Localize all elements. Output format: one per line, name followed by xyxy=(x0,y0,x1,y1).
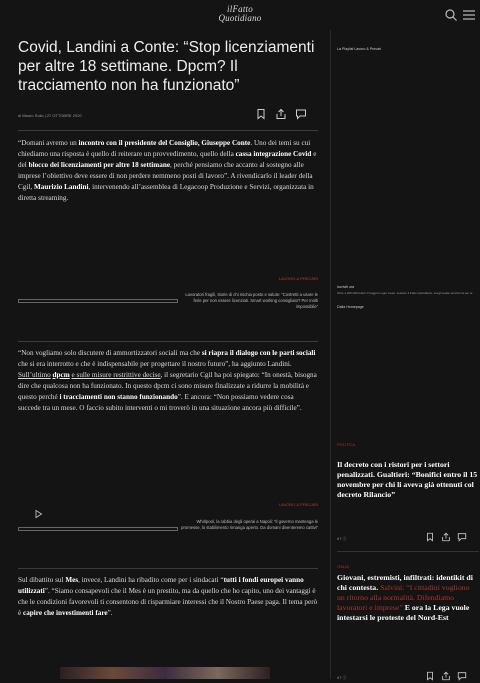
paragraph-run[interactable]: dpcm xyxy=(53,371,70,379)
rail-label: Iscriviti ora xyxy=(337,285,355,289)
video-thumbnail[interactable] xyxy=(60,667,270,679)
divider xyxy=(337,551,479,552)
article-column: Covid, Landini a Conte: “Stop licenziame… xyxy=(0,30,328,679)
related-label: LAVORO & PRECARI xyxy=(278,502,318,507)
article-paragraph-1: “Domani avremo un incontro con il presid… xyxy=(18,138,318,204)
search-icon[interactable] xyxy=(444,8,458,22)
homepage-label: Dalla Homepage xyxy=(337,305,364,309)
story-headline-1[interactable]: Il decreto con i ristori per i settori p… xyxy=(337,460,479,500)
article-actions xyxy=(255,108,315,122)
story-tag: POLITICA xyxy=(337,442,356,447)
paragraph-run: blocco dei licenziamenti per altre 18 se… xyxy=(28,161,171,169)
bookmark-icon[interactable] xyxy=(425,671,435,681)
share-icon[interactable] xyxy=(441,671,451,681)
share-icon[interactable] xyxy=(441,532,451,542)
paragraph-run: si riapra il dialogo con le parti social… xyxy=(201,349,316,357)
divider xyxy=(18,130,318,131)
logo-line2: Quotidiano xyxy=(218,13,262,23)
rail-note: Oltre 1.200.000 lettori ci leggono ogni … xyxy=(337,291,473,295)
divider xyxy=(18,341,318,342)
story-actions xyxy=(425,532,475,544)
paragraph-run: i tracciamenti non stanno funzionando xyxy=(59,393,178,401)
related-media-bar xyxy=(18,527,178,531)
paragraph-run: Mes xyxy=(65,576,79,584)
story-headline-2[interactable]: Giovani, estremisti, infiltrati: identik… xyxy=(337,573,479,623)
article-paragraph-2: “Non vogliamo solo discutere di ammortiz… xyxy=(18,348,318,414)
paragraph-run[interactable]: Sull’ultimo xyxy=(18,371,51,379)
paragraph-run: Sul dibattito sul xyxy=(18,576,66,584)
paragraph-run: capire che investimenti fare xyxy=(23,609,108,617)
related-link-2[interactable]: Whirlpool, la rabbia degli operai a Napo… xyxy=(178,519,318,531)
paragraph-run: , invece, Landini ha ribadito come per i… xyxy=(78,576,224,584)
share-icon[interactable] xyxy=(275,108,287,120)
paragraph-run: che si era interrotto e che è indispensa… xyxy=(18,360,292,368)
bookmark-icon[interactable] xyxy=(255,108,267,120)
play-icon[interactable] xyxy=(32,508,44,520)
paragraph-run[interactable]: e sulle misure restrittive decise xyxy=(72,371,161,379)
story-comment-count: 67 ⓒ xyxy=(337,536,347,541)
comment-icon[interactable] xyxy=(457,671,467,681)
divider xyxy=(18,568,318,569)
paragraph-run: ”. xyxy=(107,609,113,617)
related-link-1[interactable]: Lavoratori fragili, storie di chi rischi… xyxy=(178,292,318,310)
article-meta: di Mauro Sollo | 27 OTTOBRE 2020 xyxy=(18,113,82,118)
story-comment-count: 67 ⓒ xyxy=(337,675,347,680)
paragraph-run: Maurizio Landini xyxy=(33,183,89,191)
bookmark-icon[interactable] xyxy=(425,532,435,542)
site-logo[interactable]: ilFatto Quotidiano xyxy=(205,5,275,27)
story-actions xyxy=(425,671,475,683)
paragraph-run: “Domani avremo un xyxy=(18,139,79,147)
article-paragraph-3: Sul dibattito sul Mes, invece, Landini h… xyxy=(18,575,318,619)
playlist-title[interactable]: La Playlist Lavoro & Precari xyxy=(337,47,381,51)
paragraph-run: incontro con il presidente del Consiglio… xyxy=(78,139,251,147)
menu-icon[interactable] xyxy=(462,8,476,22)
related-media-bar xyxy=(18,299,178,303)
right-rail: La Playlist Lavoro & Precari Iscriviti o… xyxy=(330,30,480,681)
article-title: Covid, Landini a Conte: “Stop licenziame… xyxy=(18,39,315,94)
story-tag: ITALIA xyxy=(337,564,349,569)
comment-icon[interactable] xyxy=(295,108,307,120)
top-bar: ilFatto Quotidiano xyxy=(0,0,480,30)
comment-icon[interactable] xyxy=(457,532,467,542)
related-label: LAVORO & PRECARI xyxy=(278,276,318,281)
paragraph-run: cassa integrazione Covid xyxy=(235,150,312,158)
paragraph-run: “Non vogliamo solo discutere di ammortiz… xyxy=(18,349,202,357)
